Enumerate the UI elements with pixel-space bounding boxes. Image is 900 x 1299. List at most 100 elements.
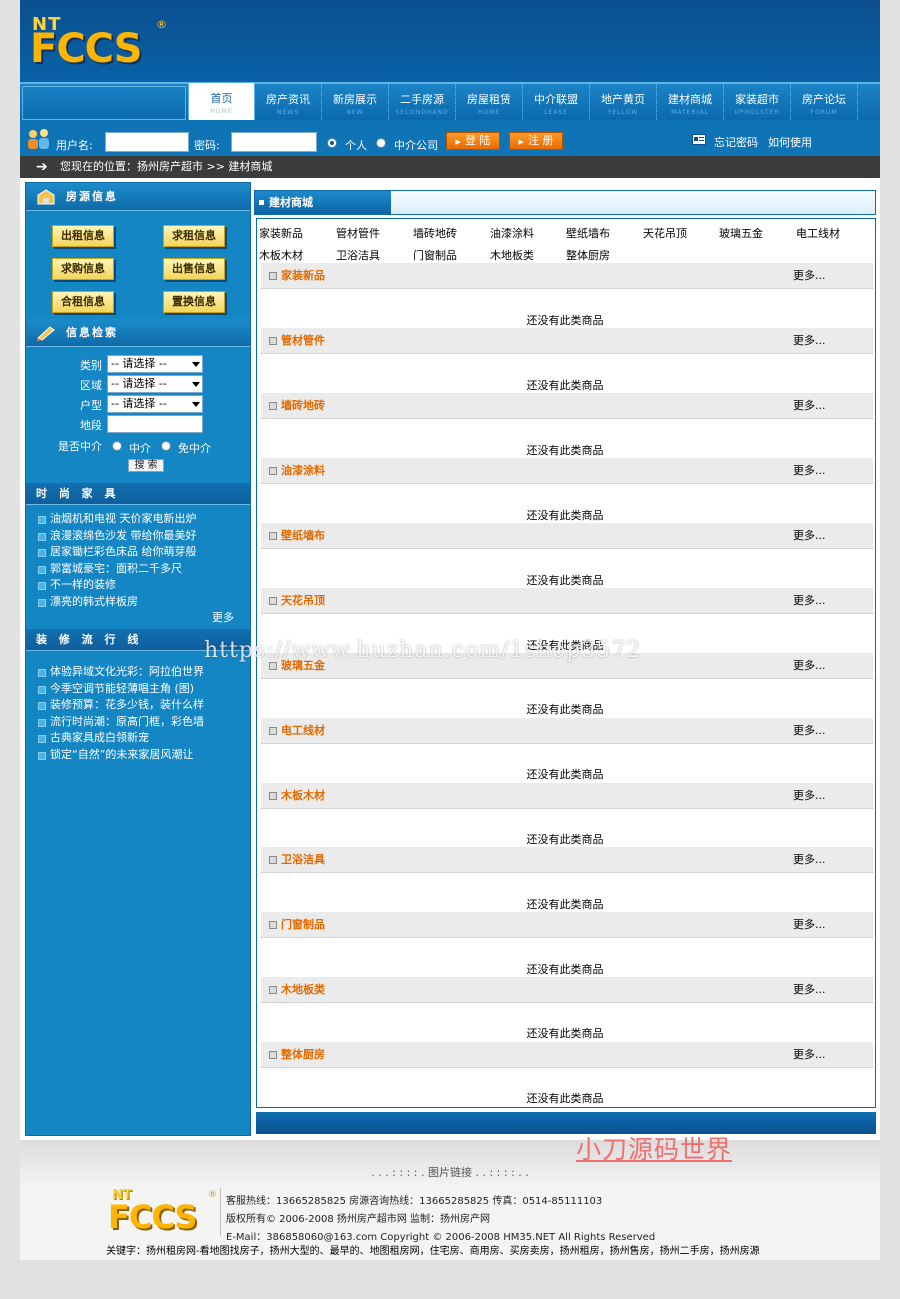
forgot-password-link[interactable]: 忘记密码	[714, 134, 758, 150]
how-to-use-link[interactable]: 如何使用	[768, 134, 812, 150]
more-link[interactable]: 更多...	[793, 1042, 826, 1068]
section-title[interactable]: 墙砖地砖	[281, 393, 325, 419]
personal-radio[interactable]	[327, 138, 337, 148]
section-title[interactable]: 电工线材	[281, 718, 325, 744]
site-logo[interactable]: NT FCCS ®	[30, 12, 170, 72]
location-input[interactable]	[107, 415, 203, 433]
category-link[interactable]: 壁纸墙布	[566, 225, 610, 241]
category-link[interactable]: 天花吊顶	[643, 225, 687, 241]
nav-item-materials[interactable]: 建材商城 MATERIAL	[657, 84, 724, 120]
square-bullet-icon	[269, 662, 277, 670]
layout-label: 户型	[80, 399, 102, 412]
nav-item-agency[interactable]: 中介联盟 LEASE	[523, 84, 590, 120]
list-item[interactable]: 装修预算：花多少钱，装什么样	[36, 697, 246, 714]
category-link[interactable]: 墙砖地砖	[413, 225, 457, 241]
layout-select[interactable]: -- 请选择 --	[107, 395, 203, 413]
list-item[interactable]: 郭富城豪宅：面积二千多尺	[36, 561, 246, 578]
agency-yes-label: 中介	[129, 442, 151, 455]
password-input[interactable]	[231, 132, 317, 152]
category-select[interactable]: -- 请选择 --	[107, 355, 203, 373]
list-item[interactable]: 今季空调节能轻薄唱主角 (图)	[36, 681, 246, 698]
rent-out-button[interactable]: 出租信息	[52, 225, 114, 247]
nav-sublabel: NEW	[346, 109, 364, 116]
card-icon	[692, 134, 706, 145]
agency-yes-radio[interactable]	[112, 441, 122, 451]
swap-button[interactable]: 置换信息	[163, 291, 225, 313]
category-link[interactable]: 门窗制品	[413, 247, 457, 263]
list-item[interactable]: 不一样的装修	[36, 577, 246, 594]
category-link[interactable]: 整体厨房	[566, 247, 610, 263]
more-link[interactable]: 更多...	[793, 328, 826, 354]
share-rent-button[interactable]: 合租信息	[52, 291, 114, 313]
more-link[interactable]: 更多...	[793, 458, 826, 484]
section-title[interactable]: 油漆涂料	[281, 458, 325, 484]
list-item[interactable]: 浪漫滚绵色沙发 带给你最美好	[36, 528, 246, 545]
nav-label: 房产资讯	[266, 93, 310, 106]
more-link[interactable]: 更多...	[793, 263, 826, 289]
register-button[interactable]: ▶ 注 册	[509, 132, 563, 150]
seek-rent-button[interactable]: 求租信息	[163, 225, 225, 247]
category-link[interactable]: 玻璃五金	[719, 225, 763, 241]
section-title[interactable]: 木板木材	[281, 783, 325, 809]
section-title[interactable]: 整体厨房	[281, 1042, 325, 1068]
login-button[interactable]: ▶ 登 陆	[446, 132, 500, 150]
nav-item-home[interactable]: 首页 HOME	[188, 82, 255, 122]
more-link[interactable]: 更多...	[793, 847, 826, 873]
list-item[interactable]: 体验异域文化光彩：阿拉伯世界	[36, 664, 246, 681]
users-icon	[28, 129, 49, 149]
nav-label: 房屋租赁	[467, 93, 511, 106]
list-item[interactable]: 居家锄栏彩色床品 给你萌芽般	[36, 544, 246, 561]
empty-message: 还没有此类商品	[526, 1027, 604, 1040]
username-input[interactable]	[105, 132, 189, 152]
nav-item-news[interactable]: 房产资讯 NEWS	[255, 84, 322, 120]
section-title[interactable]: 管材管件	[281, 328, 325, 354]
category-link[interactable]: 电工线材	[796, 225, 840, 241]
list-item[interactable]: 油烟机和电视 天价家电新出炉	[36, 511, 246, 528]
page: NT FCCS ® 首页 HOME 房产资讯 NEWS 新房展示 NEW 二手房源 SE…	[20, 0, 880, 1260]
chevron-down-icon	[192, 382, 200, 387]
list-item[interactable]: 锁定“自然”的未来家居风潮让	[36, 747, 246, 764]
list-item[interactable]: 古典家具成白领新宠	[36, 730, 246, 747]
category-link[interactable]: 油漆涂料	[490, 225, 534, 241]
section-title[interactable]: 木地板类	[281, 977, 325, 1003]
main-nav: 首页 HOME 房产资讯 NEWS 新房展示 NEW 二手房源 SECONDHAND 房…	[188, 82, 858, 122]
more-link[interactable]: 更多...	[793, 912, 826, 938]
footer-logo[interactable]: NT FCCS ®	[108, 1188, 218, 1236]
more-link[interactable]: 更多...	[793, 393, 826, 419]
more-link[interactable]: 更多...	[793, 977, 826, 1003]
category-link[interactable]: 家装新品	[259, 225, 303, 241]
more-link[interactable]: 更多...	[793, 783, 826, 809]
nav-sublabel: SECONDHAND	[395, 109, 449, 116]
more-link[interactable]: 更多...	[793, 653, 826, 679]
nav-item-secondhand[interactable]: 二手房源 SECONDHAND	[389, 84, 456, 120]
section-title[interactable]: 壁纸墙布	[281, 523, 325, 549]
category-link[interactable]: 木板木材	[259, 247, 303, 263]
search-header: 信息检索	[26, 319, 250, 347]
category-link[interactable]: 管材管件	[336, 225, 380, 241]
nav-item-rental[interactable]: 房屋租赁 HOME	[456, 84, 523, 120]
list-item[interactable]: 流行时尚潮：原高门框，彩色墙	[36, 714, 246, 731]
section-title[interactable]: 卫浴洁具	[281, 847, 325, 873]
chevron-down-icon	[192, 402, 200, 407]
for-sale-button[interactable]: 出售信息	[163, 258, 225, 280]
more-link[interactable]: 更多...	[793, 523, 826, 549]
nav-item-decoration[interactable]: 家装超市 UPHOLSTER	[724, 84, 791, 120]
region-select[interactable]: -- 请选择 --	[107, 375, 203, 393]
nav-item-new-homes[interactable]: 新房展示 NEW	[322, 84, 389, 120]
empty-message: 还没有此类商品	[526, 509, 604, 522]
seek-buy-button[interactable]: 求购信息	[52, 258, 114, 280]
more-link[interactable]: 更多...	[793, 588, 826, 614]
nav-item-yellow-pages[interactable]: 地产黄页 YELLOW	[590, 84, 657, 120]
agency-no-radio[interactable]	[161, 441, 171, 451]
section-title[interactable]: 门窗制品	[281, 912, 325, 938]
section-title[interactable]: 家装新品	[281, 263, 325, 289]
picture-links-heading: . . . : : : : . 图片链接 . . : : : : . .	[371, 1166, 529, 1179]
nav-item-forum[interactable]: 房产论坛 FORUM	[791, 84, 858, 120]
category-link[interactable]: 木地板类	[490, 247, 534, 263]
search-button[interactable]: 搜 索	[128, 459, 164, 472]
category-link[interactable]: 卫浴洁具	[336, 247, 380, 263]
agency-radio[interactable]	[376, 138, 386, 148]
fashion-more-link[interactable]: 更多	[212, 609, 234, 625]
more-link[interactable]: 更多...	[793, 718, 826, 744]
section-title[interactable]: 天花吊顶	[281, 588, 325, 614]
